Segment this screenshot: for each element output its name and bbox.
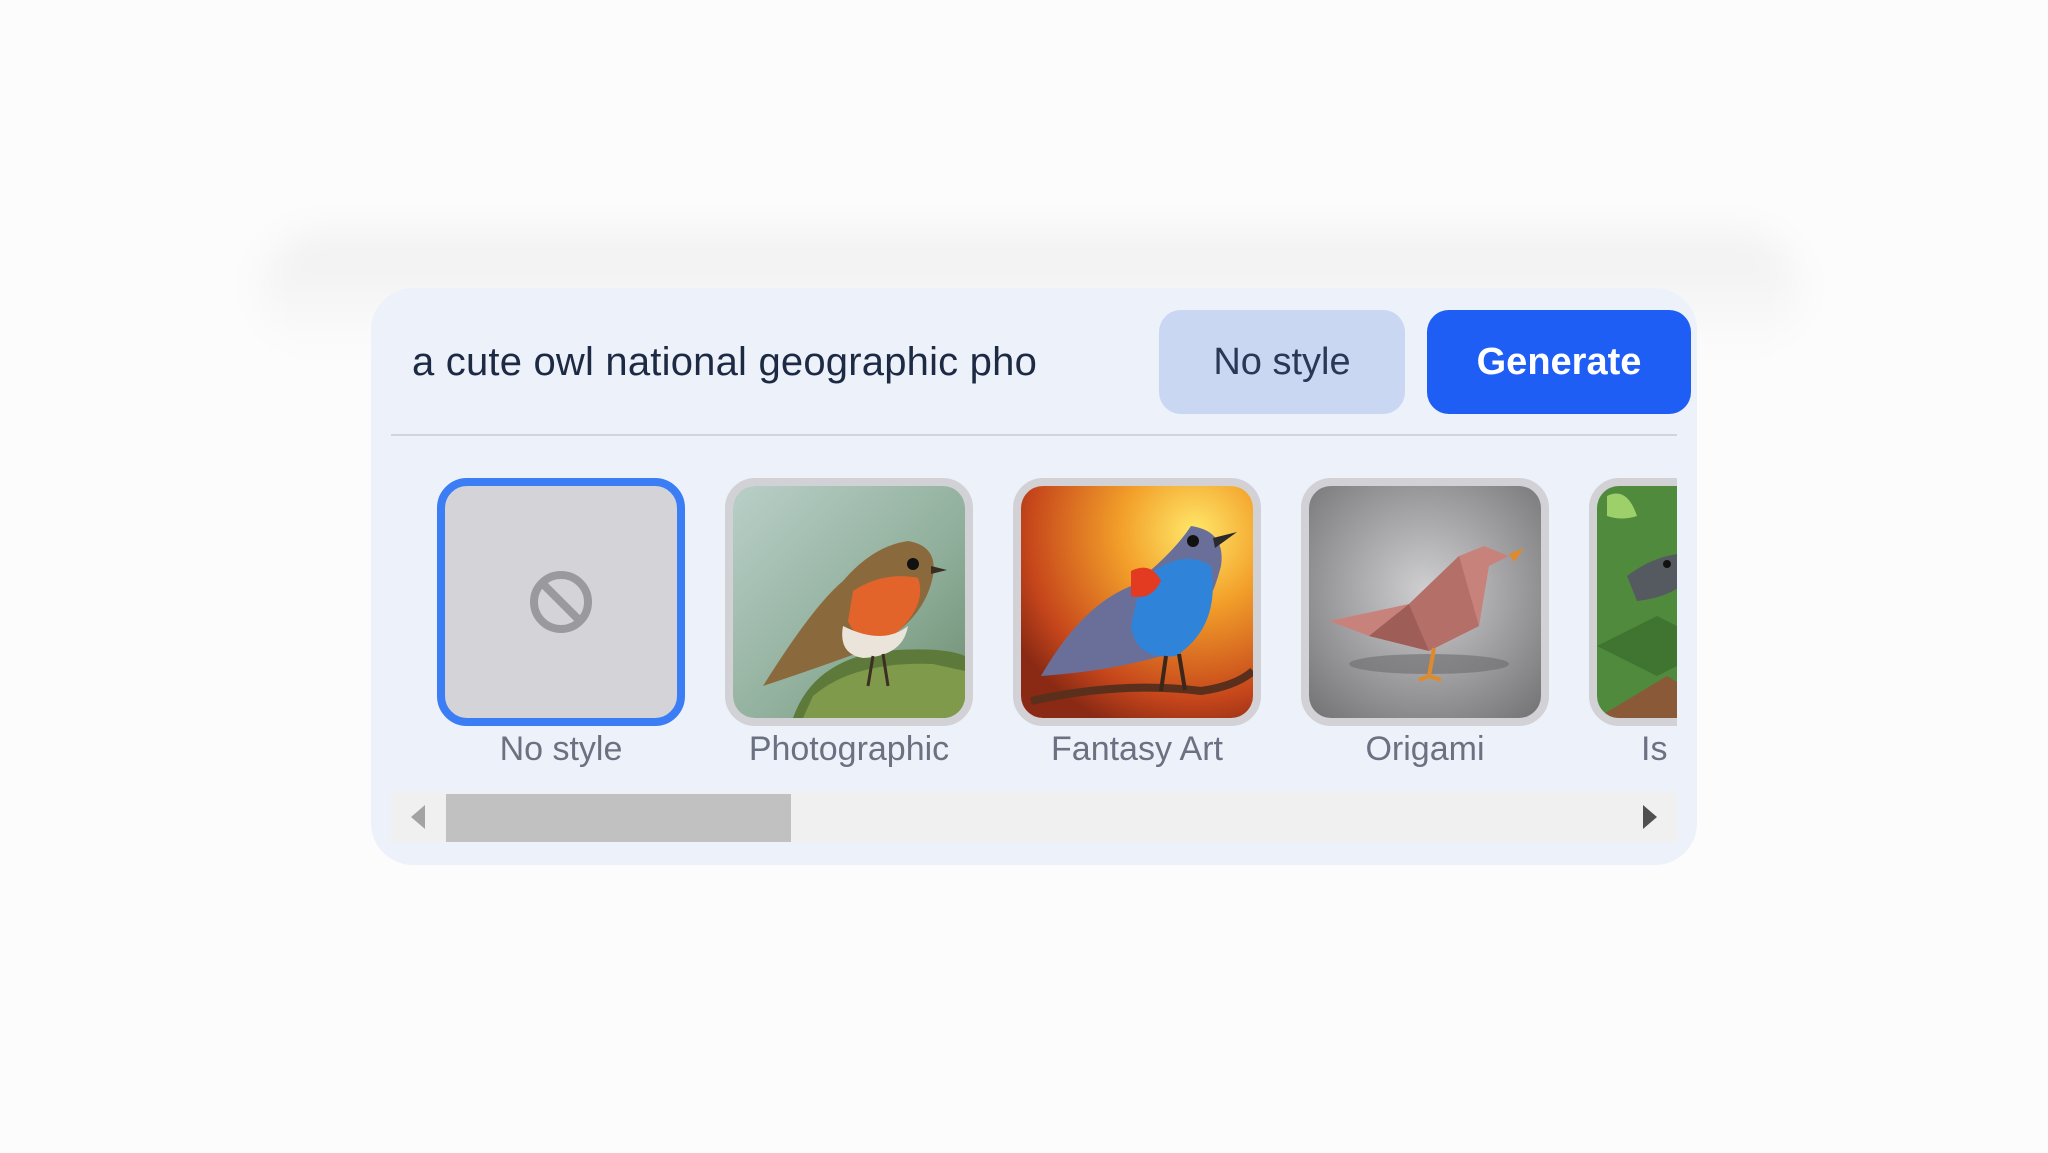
style-thumb[interactable] [1013, 478, 1261, 726]
origami-bird [1309, 486, 1541, 718]
prompt-panel: a cute owl national geographic pho No st… [371, 288, 1697, 865]
style-carousel: No style Photographic Fantasy Art Origam… [391, 478, 1677, 1068]
scroll-right-arrow-icon[interactable] [1643, 805, 1657, 829]
style-thumb[interactable] [437, 478, 685, 726]
style-label: Fantasy Art [1051, 730, 1223, 768]
no-entry-icon [530, 571, 592, 633]
style-label: No style [499, 730, 623, 768]
style-label: Photographic [748, 730, 950, 768]
scroll-left-arrow-icon[interactable] [411, 805, 425, 829]
generate-button[interactable]: Generate [1427, 310, 1691, 414]
style-select-button[interactable]: No style [1159, 310, 1405, 414]
prompt-input[interactable]: a cute owl national geographic pho [412, 310, 1152, 414]
style-label: Is [1641, 730, 1668, 768]
robin-photo [733, 486, 965, 718]
isometric-bird [1597, 486, 1677, 718]
style-thumb[interactable] [725, 478, 973, 726]
carousel-scrollbar[interactable] [391, 792, 1677, 842]
fantasy-bird [1021, 486, 1253, 718]
prompt-row: a cute owl national geographic pho No st… [391, 310, 1691, 414]
style-label: Origami [1365, 730, 1485, 768]
style-thumb[interactable] [1301, 478, 1549, 726]
divider [391, 434, 1677, 436]
scrollbar-thumb[interactable] [446, 794, 791, 842]
style-thumb[interactable] [1589, 478, 1677, 726]
